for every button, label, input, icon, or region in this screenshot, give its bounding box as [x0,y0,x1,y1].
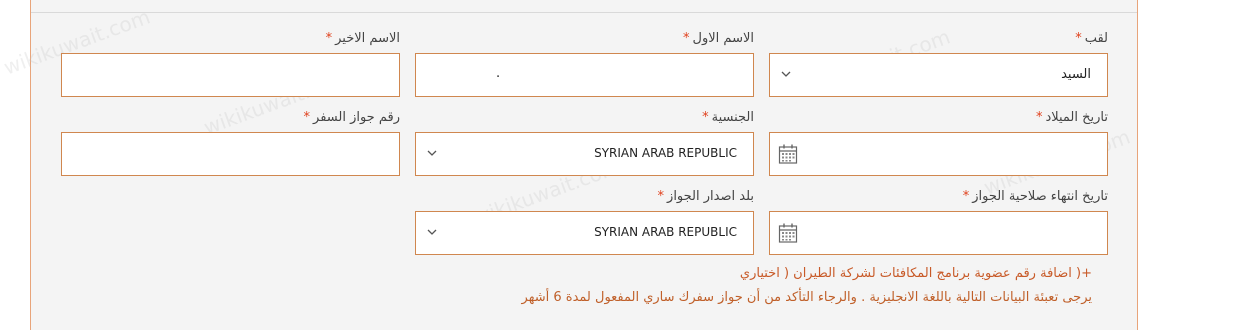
title-select[interactable]: السيد [769,53,1108,97]
issuing-country-value: SYRIAN ARAB REPUBLIC [594,225,737,239]
chevron-down-icon [427,229,437,235]
passport-number-input[interactable] [61,132,400,176]
issuing-country-label: بلد اصدار الجواز* [657,189,754,204]
nationality-select[interactable]: SYRIAN ARAB REPUBLIC [415,132,754,176]
nationality-value: SYRIAN ARAB REPUBLIC [594,146,737,160]
add-membership-link[interactable]: +( اضافة رقم عضوية برنامج المكافئات لشرك… [740,266,1092,281]
calendar-icon[interactable] [778,222,798,244]
cursor-dot-icon: . [496,66,501,81]
divider [31,12,1137,13]
last-name-label: الاسم الاخير* [325,31,400,46]
calendar-icon[interactable] [778,143,798,165]
chevron-down-icon [781,71,791,77]
first-name-input[interactable]: . [415,53,754,97]
passport-expiry-input[interactable] [769,211,1108,255]
instructions-text: يرجى تعبئة البيانات التالية باللغة الانج… [521,290,1092,305]
chevron-down-icon [427,150,437,156]
nationality-label: الجنسية* [702,110,754,125]
title-label: لقب* [1075,31,1108,46]
passport-expiry-label: تاريخ انتهاء صلاحية الجواز* [962,189,1108,204]
dob-label: تاريخ الميلاد* [1035,110,1108,125]
last-name-input[interactable] [61,53,400,97]
dob-input[interactable] [769,132,1108,176]
passport-number-label: رقم جواز السفر* [303,110,400,125]
title-select-value: السيد [1061,67,1091,82]
first-name-label: الاسم الاول* [683,31,754,46]
issuing-country-select[interactable]: SYRIAN ARAB REPUBLIC [415,211,754,255]
